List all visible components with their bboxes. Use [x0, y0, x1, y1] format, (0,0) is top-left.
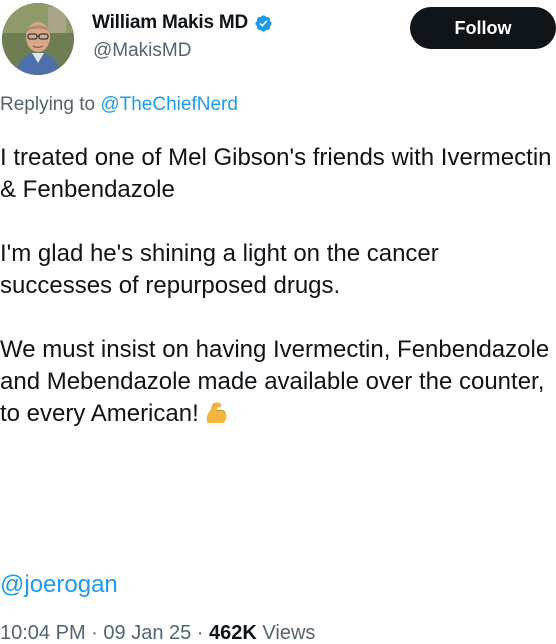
- replying-to-mention[interactable]: @TheChiefNerd: [100, 94, 238, 115]
- display-name[interactable]: William Makis MD: [92, 12, 248, 34]
- tweet-paragraph: We must insist on having Ivermectin, Fen…: [0, 334, 556, 430]
- flexed-biceps-emoji: [206, 402, 227, 423]
- verified-badge-icon: [255, 14, 272, 32]
- meta-separator: ·: [191, 622, 210, 644]
- tweet-text: I treated one of Mel Gibson's friends wi…: [0, 142, 556, 430]
- replying-to-label: Replying to: [0, 94, 96, 115]
- tweet-meta: 10:04 PM · 09 Jan 25 · 462K Views: [0, 622, 315, 644]
- avatar[interactable]: [2, 3, 74, 75]
- author-name-row: William Makis MD: [92, 12, 273, 34]
- avatar-image: [2, 3, 74, 75]
- post-date[interactable]: 09 Jan 25: [103, 622, 191, 644]
- replying-to: Replying to @TheChiefNerd: [0, 94, 238, 116]
- meta-separator: ·: [85, 622, 104, 644]
- handle[interactable]: @MakisMD: [93, 40, 191, 62]
- post-time[interactable]: 10:04 PM: [0, 622, 86, 644]
- tweet-paragraph-text: We must insist on having Ivermectin, Fen…: [0, 336, 550, 427]
- mention-link[interactable]: @joerogan: [0, 571, 118, 599]
- views-count: 462K: [209, 622, 257, 644]
- follow-button[interactable]: Follow: [410, 7, 556, 49]
- tweet: William Makis MD @MakisMD Follow Replyin…: [0, 0, 556, 644]
- tweet-paragraph: I'm glad he's shining a light on the can…: [0, 240, 439, 299]
- tweet-paragraph: I treated one of Mel Gibson's friends wi…: [0, 144, 552, 203]
- views-label: Views: [262, 622, 316, 644]
